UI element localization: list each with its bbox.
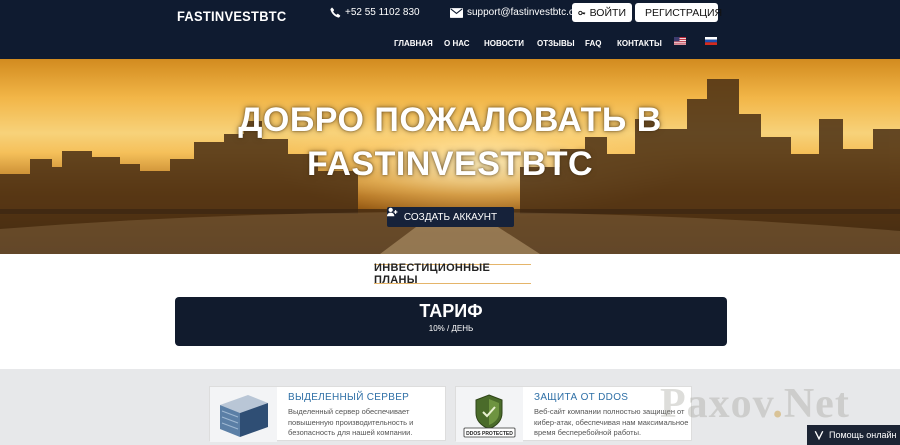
plans-heading: ИНВЕСТИЦИОННЫЕ ПЛАНЫ xyxy=(374,262,531,286)
feature-text: Выделенный сервер обеспечивает повышенну… xyxy=(288,407,414,437)
ru-flag-icon[interactable] xyxy=(705,37,717,45)
ddos-badge-text: DDOS PROTECTED xyxy=(466,431,513,437)
tariff-rate: 10% / ДЕНЬ xyxy=(428,324,474,333)
nav-item-news[interactable]: НОВОСТИ xyxy=(484,39,524,48)
page: FASTINVESTBTC +52 55 1102 830 support@fa… xyxy=(0,0,900,445)
email-contact: support@fastinvestbtc.com xyxy=(450,7,588,18)
phone-contact: +52 55 1102 830 xyxy=(330,7,420,18)
nav-item-reviews[interactable]: ОТЗЫВЫ xyxy=(537,39,575,48)
create-account-label: СОЗДАТЬ АККАУНТ xyxy=(403,211,498,223)
envelope-icon xyxy=(450,7,463,18)
tariff-card[interactable]: ТАРИФ 10% / ДЕНЬ xyxy=(175,297,727,346)
online-help-button[interactable]: Помощь онлайн xyxy=(807,425,900,445)
login-button[interactable]: ВОЙТИ xyxy=(572,3,632,22)
site-watermark: Paxov.Net xyxy=(660,381,850,427)
feature-card-ddos: DDOS PROTECTED ЗАЩИТА ОТ DDOS Веб-сайт к… xyxy=(455,386,692,442)
nav-item-home[interactable]: ГЛАВНАЯ xyxy=(394,39,433,48)
en-flag-icon[interactable] xyxy=(674,37,686,45)
tariff-title: ТАРИФ xyxy=(419,301,483,321)
email-address[interactable]: support@fastinvestbtc.com xyxy=(467,7,588,18)
online-help-label: Помощь онлайн xyxy=(829,430,897,440)
nav-item-contacts[interactable]: КОНТАКТЫ xyxy=(617,39,662,48)
feature-title: ВЫДЕЛЕННЫЙ СЕРВЕР xyxy=(288,392,410,403)
ddos-protected-image: DDOS PROTECTED xyxy=(456,387,523,442)
key-icon xyxy=(578,10,586,15)
nav-item-faq[interactable]: FAQ xyxy=(585,39,601,48)
site-header: FASTINVESTBTC +52 55 1102 830 support@fa… xyxy=(0,0,900,59)
hero-banner: ДОБРО ПОЖАЛОВАТЬ В FASTINVESTBTC СОЗДАТЬ… xyxy=(0,59,900,254)
phone-icon xyxy=(330,7,341,18)
user-plus-icon xyxy=(387,207,398,217)
server-image xyxy=(210,387,277,442)
hero-title-line2: FASTINVESTBTC xyxy=(306,145,594,183)
chat-icon xyxy=(814,430,824,440)
main-nav: ГЛАВНАЯ О НАС НОВОСТИ ОТЗЫВЫ FAQ КОНТАКТ… xyxy=(0,39,900,51)
site-logo[interactable]: FASTINVESTBTC xyxy=(177,8,287,24)
feature-card-server: ВЫДЕЛЕННЫЙ СЕРВЕР Выделенный сервер обес… xyxy=(209,386,446,442)
register-label: РЕГИСТРАЦИЯ xyxy=(645,6,723,19)
login-label: ВОЙТИ xyxy=(589,6,626,19)
create-account-button[interactable]: СОЗДАТЬ АККАУНТ xyxy=(387,207,514,227)
feature-title: ЗАЩИТА ОТ DDOS xyxy=(534,392,629,403)
phone-number: +52 55 1102 830 xyxy=(345,7,420,18)
hero-title-line1: ДОБРО ПОЖАЛОВАТЬ В xyxy=(238,101,662,139)
register-button[interactable]: РЕГИСТРАЦИЯ xyxy=(635,3,722,22)
nav-item-about[interactable]: О НАС xyxy=(444,39,470,48)
